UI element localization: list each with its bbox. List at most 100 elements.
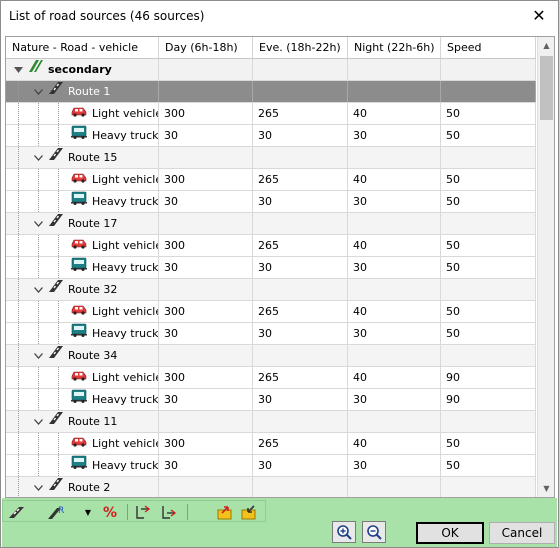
day-cell[interactable]: 30 <box>159 455 253 476</box>
speed-cell[interactable]: 50 <box>441 125 536 146</box>
collapse-chevron-icon[interactable] <box>32 284 44 296</box>
night-cell[interactable]: 40 <box>348 433 441 454</box>
vehicle-row[interactable]: Heavy trucks 30 30 30 50 <box>6 125 536 147</box>
scroll-up-icon[interactable]: ▲ <box>538 37 554 54</box>
route-row[interactable]: Route 34 <box>6 345 536 367</box>
eve-cell[interactable]: 265 <box>253 367 348 388</box>
eve-cell[interactable]: 265 <box>253 169 348 190</box>
move-up-icon[interactable] <box>159 503 179 521</box>
night-cell[interactable]: 40 <box>348 103 441 124</box>
day-cell[interactable]: 300 <box>159 301 253 322</box>
eve-cell[interactable]: 30 <box>253 125 348 146</box>
speed-cell[interactable]: 50 <box>441 455 536 476</box>
column-header-speed[interactable]: Speed <box>441 37 536 58</box>
eve-cell[interactable]: 265 <box>253 103 348 124</box>
scrollbar-thumb[interactable] <box>540 56 553 120</box>
vehicle-row[interactable]: Light vehicles 3002654050 <box>6 433 536 455</box>
night-cell[interactable]: 40 <box>348 367 441 388</box>
move-down-icon[interactable] <box>133 503 153 521</box>
vehicle-row[interactable]: Heavy trucks 30 30 30 50 <box>6 257 536 279</box>
route-row[interactable]: Route 17 <box>6 213 536 235</box>
collapse-chevron-icon[interactable] <box>32 350 44 362</box>
ok-button[interactable]: OK <box>416 522 484 544</box>
vehicle-row[interactable]: Light vehicles 3002654050 <box>6 301 536 323</box>
column-header-night[interactable]: Night (22h-6h) <box>348 37 441 58</box>
collapse-chevron-icon[interactable] <box>32 416 44 428</box>
speed-cell[interactable]: 50 <box>441 323 536 344</box>
car-icon <box>70 169 88 190</box>
vertical-scrollbar[interactable]: ▲ ▼ <box>537 37 554 497</box>
car-icon <box>70 235 88 256</box>
night-cell[interactable]: 40 <box>348 301 441 322</box>
day-cell[interactable]: 300 <box>159 103 253 124</box>
zoom-out-button[interactable] <box>362 521 386 543</box>
route-row[interactable]: Route 1 <box>6 81 536 103</box>
route-row[interactable]: Route 15 <box>6 147 536 169</box>
speed-cell[interactable]: 50 <box>441 235 536 256</box>
route-row[interactable]: Route 11 <box>6 411 536 433</box>
speed-cell[interactable]: 50 <box>441 257 536 278</box>
night-cell[interactable]: 40 <box>348 169 441 190</box>
column-header-evening[interactable]: Eve. (18h-22h) <box>253 37 348 58</box>
road-icon[interactable] <box>7 503 27 521</box>
zoom-in-button[interactable] <box>332 521 356 543</box>
eve-cell[interactable]: 30 <box>253 191 348 212</box>
column-header-name[interactable]: Nature - Road - vehicle <box>6 37 159 58</box>
cancel-button[interactable]: Cancel <box>489 522 555 544</box>
close-icon[interactable]: ✕ <box>530 7 548 25</box>
dropdown-arrow-icon[interactable]: ▼ <box>83 503 93 521</box>
day-cell[interactable]: 300 <box>159 367 253 388</box>
percent-icon[interactable]: % <box>99 503 119 521</box>
export-icon[interactable] <box>215 503 235 521</box>
day-cell[interactable]: 30 <box>159 191 253 212</box>
night-cell[interactable]: 30 <box>348 389 441 410</box>
day-cell[interactable]: 30 <box>159 389 253 410</box>
eve-cell[interactable]: 265 <box>253 235 348 256</box>
day-cell[interactable]: 30 <box>159 125 253 146</box>
eve-cell[interactable]: 265 <box>253 433 348 454</box>
vehicle-row[interactable]: Heavy trucks 30 30 30 50 <box>6 191 536 213</box>
eve-cell[interactable]: 30 <box>253 455 348 476</box>
scroll-down-icon[interactable]: ▼ <box>538 480 554 497</box>
eve-cell[interactable]: 265 <box>253 301 348 322</box>
night-cell[interactable]: 30 <box>348 191 441 212</box>
column-header-day[interactable]: Day (6h-18h) <box>159 37 253 58</box>
night-cell[interactable]: 40 <box>348 235 441 256</box>
eve-cell[interactable]: 30 <box>253 257 348 278</box>
road-rename-icon[interactable]: R <box>47 503 67 521</box>
eve-cell[interactable]: 30 <box>253 323 348 344</box>
day-cell[interactable]: 300 <box>159 169 253 190</box>
night-cell[interactable]: 30 <box>348 257 441 278</box>
collapse-chevron-icon[interactable] <box>12 64 24 76</box>
speed-cell[interactable]: 50 <box>441 433 536 454</box>
day-cell[interactable]: 300 <box>159 235 253 256</box>
night-cell[interactable]: 30 <box>348 125 441 146</box>
vehicle-row[interactable]: Light vehicles 3002654050 <box>6 235 536 257</box>
route-row[interactable]: Route 32 <box>6 279 536 301</box>
day-cell[interactable]: 30 <box>159 257 253 278</box>
import-icon[interactable] <box>239 503 259 521</box>
speed-cell[interactable]: 90 <box>441 367 536 388</box>
vehicle-row[interactable]: Heavy trucks 30 30 30 90 <box>6 389 536 411</box>
vehicle-row[interactable]: Heavy trucks 30 30 30 50 <box>6 323 536 345</box>
collapse-chevron-icon[interactable] <box>32 218 44 230</box>
collapse-chevron-icon[interactable] <box>32 152 44 164</box>
vehicle-row[interactable]: Heavy trucks 30 30 30 50 <box>6 455 536 477</box>
route-row[interactable]: Route 2 <box>6 477 536 497</box>
collapse-chevron-icon[interactable] <box>32 86 44 98</box>
speed-cell[interactable]: 50 <box>441 169 536 190</box>
day-cell[interactable]: 30 <box>159 323 253 344</box>
night-cell[interactable]: 30 <box>348 323 441 344</box>
speed-cell[interactable]: 50 <box>441 103 536 124</box>
speed-cell[interactable]: 50 <box>441 301 536 322</box>
collapse-chevron-icon[interactable] <box>32 482 44 494</box>
vehicle-row[interactable]: Light vehicles 3002654050 <box>6 103 536 125</box>
night-cell[interactable]: 30 <box>348 455 441 476</box>
day-cell[interactable]: 300 <box>159 433 253 454</box>
vehicle-row[interactable]: Light vehicles 3002654090 <box>6 367 536 389</box>
eve-cell[interactable]: 30 <box>253 389 348 410</box>
vehicle-row[interactable]: Light vehicles 3002654050 <box>6 169 536 191</box>
speed-cell[interactable]: 90 <box>441 389 536 410</box>
speed-cell[interactable]: 50 <box>441 191 536 212</box>
group-row-secondary[interactable]: secondary <box>6 59 536 81</box>
